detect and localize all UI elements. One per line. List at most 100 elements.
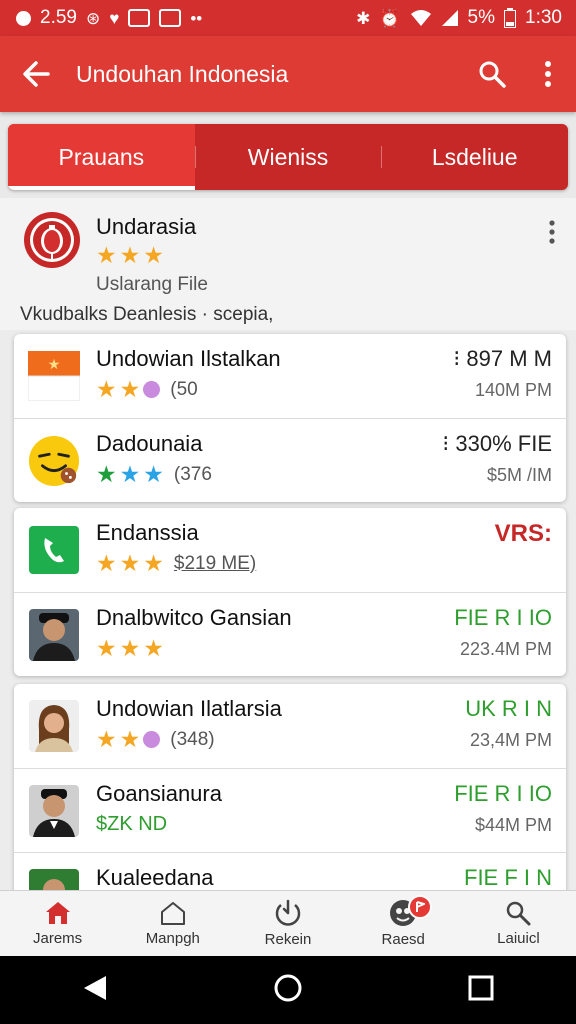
- rating-dot-icon: [143, 731, 161, 748]
- lantern-logo-icon: [24, 212, 80, 268]
- star-icon: ★: [96, 461, 117, 487]
- item-time: 223.4M PM: [459, 639, 552, 659]
- search-icon: [507, 901, 531, 926]
- star-icon: ★: [143, 550, 164, 576]
- item-meta: ★ ★ (50: [96, 378, 198, 401]
- item-time: $44M PM: [474, 815, 552, 835]
- nav-manpgh[interactable]: Manpgh: [115, 891, 230, 956]
- tab-wieniss[interactable]: Wieniss: [194, 124, 382, 190]
- bottom-navigation: Jarems Manpgh Rekein Raesd Laiuicl: [0, 890, 576, 956]
- system-recents-button[interactable]: [468, 975, 494, 1006]
- bluetooth-icon: ✱: [356, 8, 371, 28]
- list-item[interactable]: ★ Undowian Ilstalkan ★ ★ (50 ⁝ 897 M M 1…: [14, 334, 566, 418]
- nav-rekein[interactable]: Rekein: [230, 891, 345, 956]
- star-icon: ★: [96, 376, 117, 402]
- item-size: ⁝ 897 M M: [453, 346, 552, 371]
- star-icon: ★: [143, 461, 164, 487]
- nav-jarems[interactable]: Jarems: [0, 891, 115, 956]
- list-card: ★ Undowian Ilstalkan ★ ★ (50 ⁝ 897 M M 1…: [14, 334, 566, 502]
- system-back-button[interactable]: [82, 974, 108, 1007]
- star-icon: ★: [96, 635, 117, 661]
- item-count: (50: [170, 378, 198, 400]
- home-icon: [45, 902, 70, 924]
- search-icon: [479, 61, 506, 88]
- featured-rating: ★ ★ ★: [96, 244, 164, 267]
- item-count: (376: [173, 463, 212, 485]
- list-item[interactable]: Kualeedana FIE F I N: [14, 852, 566, 890]
- item-count: (348): [170, 728, 215, 750]
- featured-description: Vkudbalks Deanlesis · scepia,: [20, 304, 274, 325]
- wifi-icon: [410, 10, 431, 26]
- item-title: Dnalbwitco Gansian: [96, 605, 292, 630]
- search-button[interactable]: [464, 36, 520, 112]
- tab-label: Wieniss: [247, 143, 329, 170]
- star-icon: ★: [119, 242, 141, 268]
- person-avatar-icon: [28, 869, 80, 890]
- rating-dot-icon: [143, 381, 161, 398]
- item-meta: ★ ★ ★: [96, 637, 164, 660]
- item-rating: ★ ★: [96, 376, 161, 402]
- featured-more-button[interactable]: [548, 220, 556, 249]
- item-title: Undowian Ilstalkan: [96, 346, 281, 371]
- app-bar: Undouhan Indonesia: [0, 36, 576, 112]
- list-item[interactable]: Endanssia ★ ★ ★ $219 ME) VRS:: [14, 508, 566, 592]
- media-notification-icon: [159, 9, 182, 27]
- tab-label: Lsdeliue: [431, 143, 518, 170]
- square-recents-icon: [468, 975, 494, 1000]
- list-item[interactable]: Dnalbwitco Gansian ★ ★ ★ FIE R I IO 223.…: [14, 592, 566, 676]
- star-icon: ★: [96, 550, 117, 576]
- item-rating: ★ ★ ★: [96, 463, 164, 486]
- nav-label: Manpgh: [145, 930, 200, 947]
- item-time: 140M PM: [474, 380, 552, 400]
- nav-raesd[interactable]: Raesd: [346, 891, 461, 956]
- overflow-menu-button[interactable]: [520, 36, 576, 112]
- page-title: Undouhan Indonesia: [76, 60, 289, 87]
- status-time-left: 2.59: [40, 7, 77, 28]
- list-card: Endanssia ★ ★ ★ $219 ME) VRS: Dnalbwitco…: [14, 508, 566, 676]
- tab-bar: Prauans Wieniss Lsdeliue: [8, 124, 568, 190]
- more-vert-icon: [545, 61, 551, 87]
- list-item[interactable]: Goansianura $ZK ND FIE R I IO $44M PM: [14, 768, 566, 852]
- nav-label: Raesd: [381, 931, 425, 948]
- nav-laiuicl[interactable]: Laiuicl: [461, 891, 576, 956]
- list-item[interactable]: Undowian Ilatlarsia ★ ★ (348) UK R I N 2…: [14, 684, 566, 768]
- list-item[interactable]: Dadounaia ★ ★ ★ (376 ⁝ 330% FIE $5M /IM: [14, 418, 566, 502]
- tab-prauans[interactable]: Prauans: [8, 124, 195, 190]
- system-home-button[interactable]: [273, 973, 303, 1008]
- item-count: $219 ME): [173, 552, 257, 574]
- refresh-icon: [275, 899, 301, 926]
- item-status: VRS:: [494, 520, 552, 547]
- item-title: Goansianura: [96, 781, 222, 806]
- battery-icon: [504, 8, 517, 28]
- item-status: FIE F I N: [464, 865, 552, 890]
- featured-subtitle: Uslarang File: [96, 274, 208, 295]
- sun-face-icon: [28, 435, 80, 487]
- tab-label: Prauans: [58, 143, 145, 170]
- battery-percent: 5%: [467, 7, 496, 28]
- star-icon: ★: [96, 242, 117, 268]
- item-rating: ★ ★ ★: [96, 552, 164, 575]
- item-meta: ★ ★ ★ (376: [96, 463, 212, 486]
- app-notification-icon: [128, 9, 151, 27]
- status-bar: 2.59 ⊛ ♥ •• ✱ ⏰ 5% 1:30: [0, 0, 576, 36]
- star-icon: ★: [143, 635, 164, 661]
- list-card: Undowian Ilatlarsia ★ ★ (348) UK R I N 2…: [14, 684, 566, 890]
- item-title: Undowian Ilatlarsia: [96, 696, 282, 721]
- badge-flag-icon: [415, 901, 425, 912]
- featured-item[interactable]: Undarasia ★ ★ ★ Uslarang File Vkudbalks …: [0, 198, 576, 330]
- star-icon: ★: [143, 242, 164, 268]
- status-time-right: 1:30: [525, 7, 562, 28]
- content-list[interactable]: Undarasia ★ ★ ★ Uslarang File Vkudbalks …: [0, 198, 576, 890]
- item-status: UK R I N: [465, 696, 552, 721]
- item-time: 23,4M PM: [469, 730, 552, 750]
- back-button[interactable]: [0, 36, 72, 112]
- item-title: Dadounaia: [96, 431, 203, 456]
- system-navigation-bar: [0, 956, 576, 1024]
- item-rating: ★ ★: [96, 728, 161, 751]
- tab-lsdeliue[interactable]: Lsdeliue: [381, 124, 568, 190]
- notification-dot-icon: [16, 10, 31, 26]
- star-icon: ★: [119, 550, 141, 576]
- item-meta: ★ ★ ★ $219 ME): [96, 552, 256, 575]
- notification-badge: [407, 895, 432, 919]
- nav-label: Rekein: [264, 931, 312, 948]
